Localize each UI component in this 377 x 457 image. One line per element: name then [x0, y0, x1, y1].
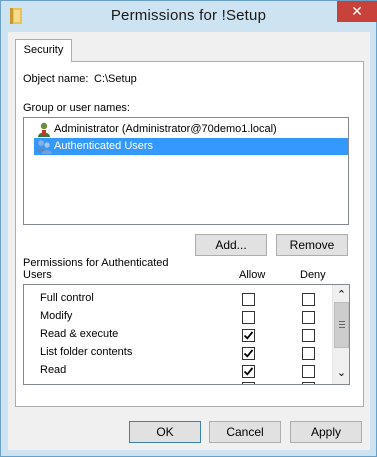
group-user-names-label: Group or user names:: [23, 102, 130, 114]
permission-row-read: Read: [40, 361, 66, 379]
scroll-up-button[interactable]: ⌃: [333, 285, 349, 302]
chevron-up-icon: ⌃: [336, 289, 347, 301]
group-user-list[interactable]: Administrator (Administrator@70demo1.loc…: [23, 117, 349, 225]
permissions-scrollbar[interactable]: ⌃ ⌄: [332, 285, 349, 384]
close-button[interactable]: ✕: [337, 1, 377, 22]
checkmark-icon: [243, 367, 254, 376]
permission-label: Read: [40, 364, 67, 376]
permission-label: List folder contents: [40, 346, 133, 358]
close-icon: ✕: [351, 3, 363, 19]
permissions-title: Permissions for Authenticated Users: [23, 257, 169, 281]
permissions-title-line2: Users: [23, 269, 52, 281]
deny-next-checkbox[interactable]: [302, 382, 315, 384]
tab-security[interactable]: Security: [15, 39, 72, 62]
checkmark-icon: [243, 349, 254, 358]
object-name-label: Object name:: [23, 73, 89, 85]
cancel-button[interactable]: Cancel: [209, 421, 281, 443]
window-title: Permissions for !Setup: [110, 7, 267, 24]
users-group-icon: [36, 140, 52, 154]
permissions-title-line1: Permissions for Authenticated: [23, 257, 169, 269]
permissions-list[interactable]: Full control Modify Read & execute List …: [23, 284, 350, 385]
title-bar[interactable]: Permissions for !Setup ✕: [1, 1, 377, 32]
add-button[interactable]: Add...: [195, 234, 267, 256]
list-item-label: Administrator (Administrator@70demo1.loc…: [54, 123, 277, 135]
checkmark-icon: [243, 331, 254, 340]
list-item-administrator[interactable]: Administrator (Administrator@70demo1.loc…: [34, 121, 348, 138]
dialog-window: Permissions for !Setup ✕ Security Object…: [0, 0, 377, 457]
permission-label: Read & execute: [40, 328, 119, 340]
ok-button[interactable]: OK: [129, 421, 201, 443]
deny-full-control-checkbox[interactable]: [302, 293, 315, 306]
object-name-value: C:\Setup: [94, 73, 137, 85]
permission-label: Modify: [40, 310, 73, 322]
scroll-thumb[interactable]: [334, 302, 349, 348]
deny-read-checkbox[interactable]: [302, 365, 315, 378]
deny-read-execute-checkbox[interactable]: [302, 329, 315, 342]
apply-button[interactable]: Apply: [290, 421, 362, 443]
permission-label: Full control: [40, 292, 94, 304]
allow-read-execute-checkbox[interactable]: [242, 329, 255, 342]
deny-modify-checkbox[interactable]: [302, 311, 315, 324]
allow-full-control-checkbox[interactable]: [242, 293, 255, 306]
allow-read-checkbox[interactable]: [242, 365, 255, 378]
permission-row-full-control: Full control: [40, 289, 94, 307]
allow-next-checkbox[interactable]: [242, 382, 255, 384]
deny-list-folder-contents-checkbox[interactable]: [302, 347, 315, 360]
permission-row-list-folder-contents: List folder contents: [40, 343, 132, 361]
list-item-authenticated-users[interactable]: Authenticated Users: [34, 138, 348, 155]
scroll-down-button[interactable]: ⌄: [333, 367, 349, 384]
allow-list-folder-contents-checkbox[interactable]: [242, 347, 255, 360]
user-icon: [38, 122, 50, 137]
allow-modify-checkbox[interactable]: [242, 311, 255, 324]
permission-row-read-execute: Read & execute: [40, 325, 118, 343]
permission-row-modify: Modify: [40, 307, 72, 325]
chevron-down-icon: ⌄: [336, 367, 347, 379]
list-item-label: Authenticated Users: [54, 140, 154, 152]
allow-column-header: Allow: [239, 269, 266, 281]
remove-button[interactable]: Remove: [276, 234, 348, 256]
deny-column-header: Deny: [300, 269, 326, 281]
